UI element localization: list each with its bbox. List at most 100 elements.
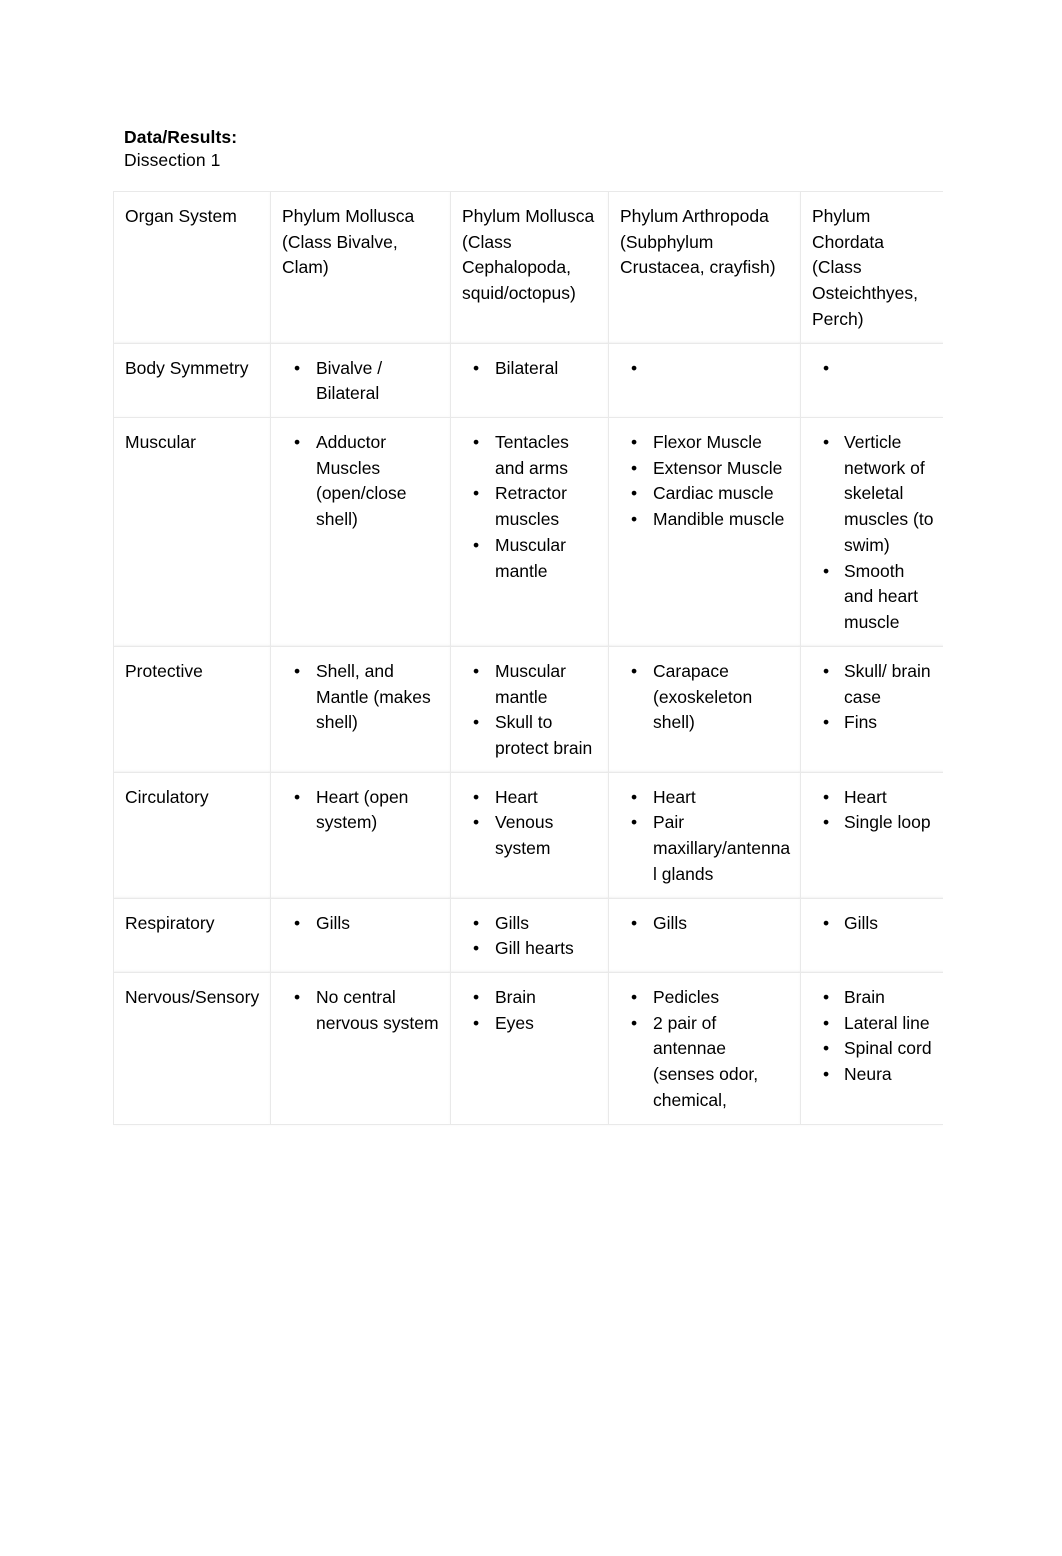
bullet-item: Bilateral [473,356,599,382]
bullet-list: BrainEyes [462,985,599,1036]
bullet-list: Gills [620,911,791,937]
cell-chordata [800,342,943,419]
cell-chordata: Verticle network of skeletal muscles (to… [800,417,943,647]
page-subtitle: Dissection 1 [124,150,221,171]
cell-chordata: Skull/ brain caseFins [800,645,943,773]
cell-arthropoda [608,342,801,419]
data-results-table-wrapper: Organ System Phylum Mollusca (Class Biva… [113,191,943,1228]
bullet-list: Carapace (exoskeleton shell) [620,659,791,736]
bullet-list: Bilateral [462,356,599,382]
bullet-list: Heart (open system) [282,785,441,836]
cell-chordata: Gills [800,897,943,973]
row-label: Respiratory [113,897,271,973]
bullet-item: Muscular mantle [473,533,599,584]
bullet-item: Fins [823,710,934,736]
table-row: Nervous/Sensory No central nervous syste… [113,971,943,1125]
row-label: Nervous/Sensory [113,971,271,1125]
bullet-item: Adductor Muscles (open/close shell) [294,430,441,533]
bullet-item: Spinal cord [823,1036,934,1062]
cell-bivalve: Adductor Muscles (open/close shell) [270,417,451,647]
cell-arthropoda: Gills [608,897,801,973]
bullet-list: Verticle network of skeletal muscles (to… [812,430,934,636]
cell-cephalopoda: Tentacles and armsRetractor musclesMuscu… [450,417,609,647]
bullet-item: Smooth and heart muscle [823,559,934,636]
bullet-item [823,356,934,382]
bullet-item: Skull to protect brain [473,710,599,761]
cell-chordata: BrainLateral lineSpinal cordNeura [800,971,943,1125]
table-row: Muscular Adductor Muscles (open/close sh… [113,417,943,647]
bullet-item: Heart (open system) [294,785,441,836]
table-header-row: Organ System Phylum Mollusca (Class Biva… [113,191,943,344]
bullet-list: BrainLateral lineSpinal cordNeura [812,985,934,1088]
cell-bivalve: Bivalve / Bilateral [270,342,451,419]
column-header-mollusca-bivalve: Phylum Mollusca (Class Bivalve, Clam) [270,191,451,344]
bullet-list: Adductor Muscles (open/close shell) [282,430,441,533]
table-body: Organ System Phylum Mollusca (Class Biva… [113,191,943,1125]
bullet-list: HeartSingle loop [812,785,934,836]
bullet-item: Shell, and Mantle (makes shell) [294,659,441,736]
bullet-item: Bivalve / Bilateral [294,356,441,407]
organ-system-comparison-table: Organ System Phylum Mollusca (Class Biva… [113,191,943,1125]
cell-cephalopoda: Muscular mantleSkull to protect brain [450,645,609,773]
cell-bivalve: No central nervous system [270,971,451,1125]
bullet-item: Gills [823,911,934,937]
document-page: Data/Results: Dissection 1 Organ System … [0,0,1062,1556]
row-label: Circulatory [113,771,271,899]
bullet-item: Neura [823,1062,934,1088]
bullet-item: Verticle network of skeletal muscles (to… [823,430,934,559]
bullet-list: Pedicles2 pair of antennae (senses odor,… [620,985,791,1114]
bullet-item: Single loop [823,810,934,836]
bullet-item: Heart [631,785,791,811]
table-row: Body Symmetry Bivalve / Bilateral Bilate… [113,342,943,419]
bullet-list: Bivalve / Bilateral [282,356,441,407]
bullet-item [631,356,791,382]
document-body: Data/Results: Dissection 1 [124,126,942,173]
bullet-item: Gills [473,911,599,937]
cell-bivalve: Gills [270,897,451,973]
bullet-item: Flexor Muscle [631,430,791,456]
bullet-list: Gills [282,911,441,937]
bullet-item: Pedicles [631,985,791,1011]
bullet-item: Retractor muscles [473,481,599,532]
bullet-item: Eyes [473,1011,599,1037]
bullet-item: Brain [473,985,599,1011]
bullet-item: Extensor Muscle [631,456,791,482]
table-row: Respiratory Gills GillsGill hearts Gills… [113,897,943,973]
cell-cephalopoda: BrainEyes [450,971,609,1125]
cell-arthropoda: Pedicles2 pair of antennae (senses odor,… [608,971,801,1125]
column-header-chordata: Phylum Chordata (Class Osteichthyes, Per… [800,191,943,344]
row-label: Protective [113,645,271,773]
bullet-item: Muscular mantle [473,659,599,710]
bullet-item: Lateral line [823,1011,934,1037]
bullet-list: Flexor MuscleExtensor MuscleCardiac musc… [620,430,791,533]
table-row: Circulatory Heart (open system) HeartVen… [113,771,943,899]
bullet-item: 2 pair of antennae (senses odor, chemica… [631,1011,791,1114]
bullet-list: Muscular mantleSkull to protect brain [462,659,599,762]
bullet-item: Mandible muscle [631,507,791,533]
bullet-list: HeartVenous system [462,785,599,862]
bullet-item: Skull/ brain case [823,659,934,710]
bullet-item: Heart [473,785,599,811]
bullet-item: Venous system [473,810,599,861]
bullet-item: No central nervous system [294,985,441,1036]
bullet-list: Skull/ brain caseFins [812,659,934,736]
bullet-item: Pair maxillary/antennal glands [631,810,791,887]
bullet-item: Heart [823,785,934,811]
bullet-item: Gills [294,911,441,937]
cell-arthropoda: Carapace (exoskeleton shell) [608,645,801,773]
cell-bivalve: Shell, and Mantle (makes shell) [270,645,451,773]
cell-cephalopoda: GillsGill hearts [450,897,609,973]
cell-arthropoda: Flexor MuscleExtensor MuscleCardiac musc… [608,417,801,647]
cell-bivalve: Heart (open system) [270,771,451,899]
row-label: Body Symmetry [113,342,271,419]
bullet-item: Brain [823,985,934,1011]
bullet-list: GillsGill hearts [462,911,599,962]
column-header-organ-system: Organ System [113,191,271,344]
bullet-list: HeartPair maxillary/antennal glands [620,785,791,888]
table-row: Protective Shell, and Mantle (makes shel… [113,645,943,773]
column-header-mollusca-cephalopoda: Phylum Mollusca (Class Cephalopoda, squi… [450,191,609,344]
row-label: Muscular [113,417,271,647]
page-title: Data/Results: [124,127,238,147]
bullet-list: Tentacles and armsRetractor musclesMuscu… [462,430,599,584]
cell-chordata: HeartSingle loop [800,771,943,899]
